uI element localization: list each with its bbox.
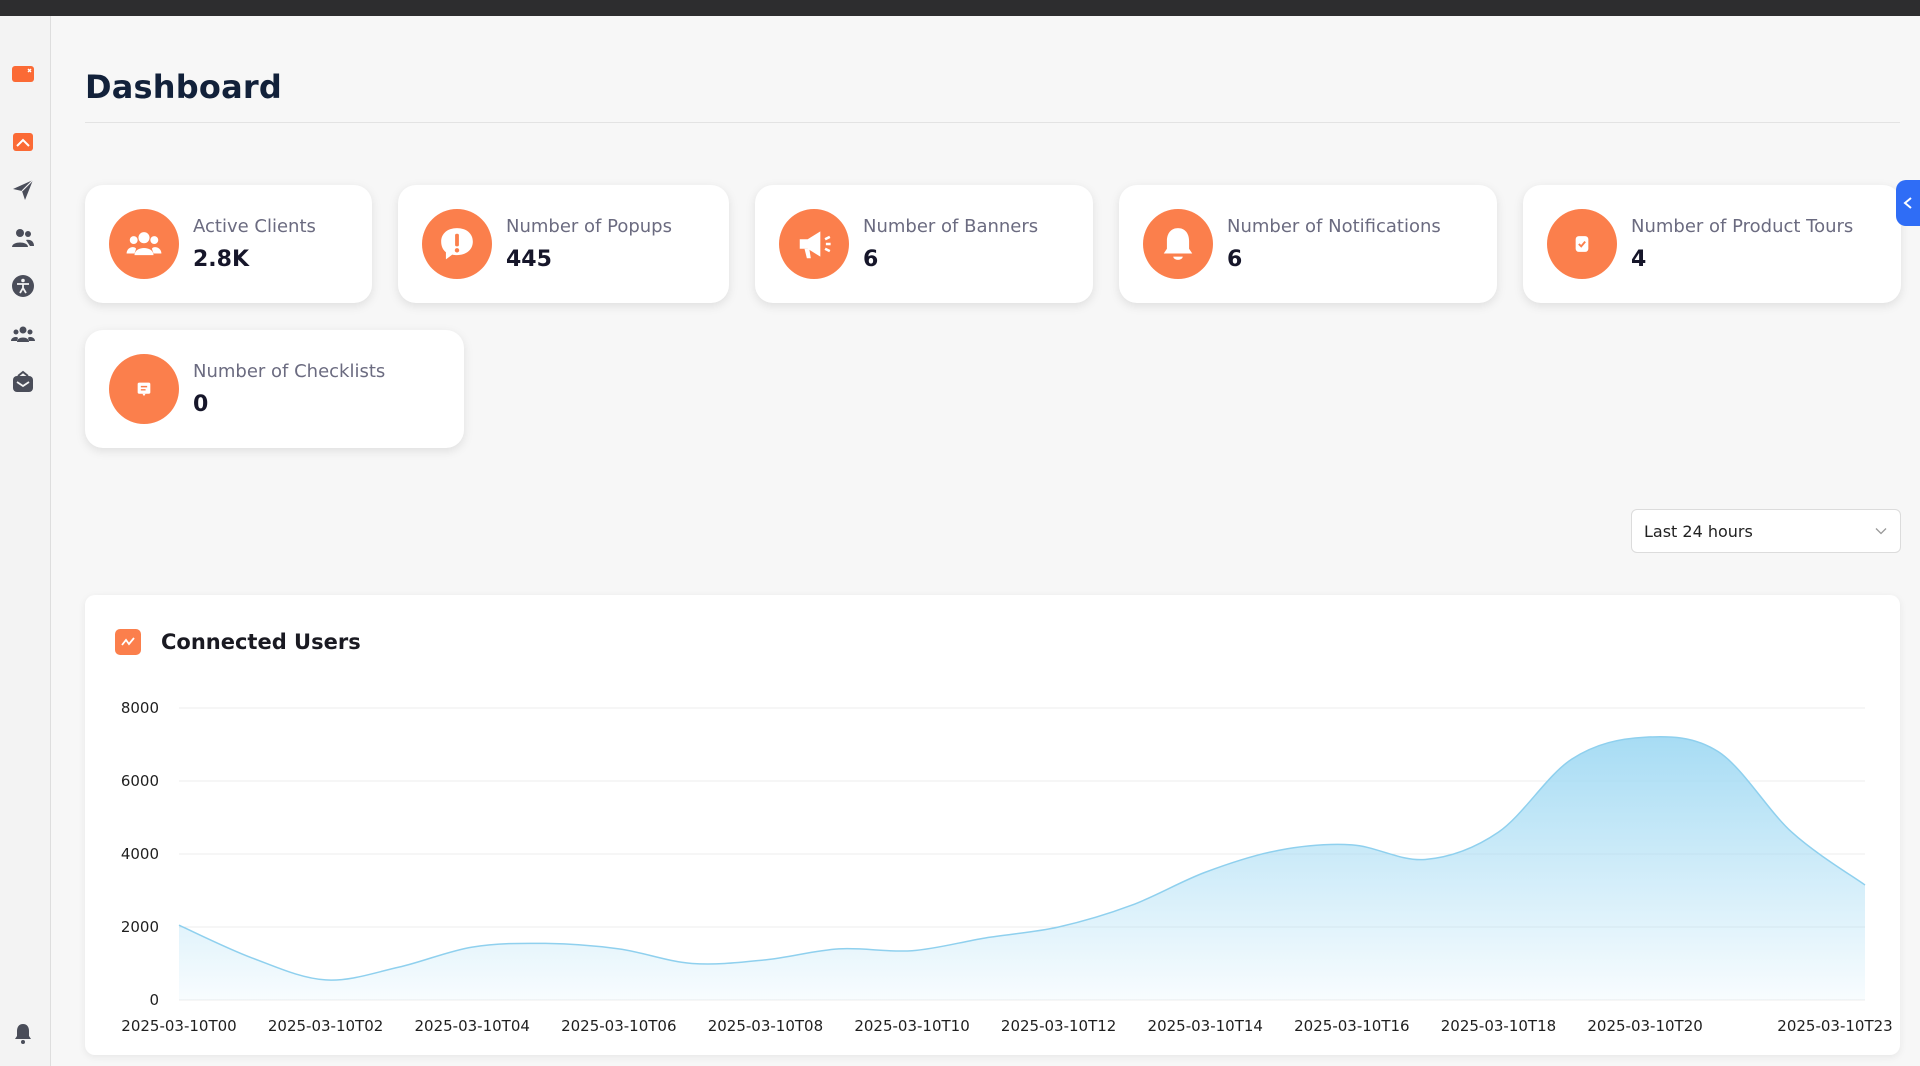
x-tick-label: 2025-03-10T12	[1001, 1017, 1116, 1035]
stat-value: 445	[506, 247, 552, 272]
stat-card-product-tours[interactable]: Number of Product Tours 4	[1523, 185, 1901, 303]
stat-card-popups[interactable]: Number of Popups 445	[398, 185, 729, 303]
stat-card-banners[interactable]: Number of Banners 6	[755, 185, 1093, 303]
checklist-icon	[109, 354, 179, 424]
stat-label: Number of Product Tours	[1631, 216, 1854, 237]
x-tick-label: 2025-03-10T23	[1777, 1017, 1892, 1035]
alert-icon	[422, 209, 492, 279]
stat-value: 6	[863, 247, 879, 272]
users-icon[interactable]	[9, 224, 37, 252]
bell-icon[interactable]	[9, 1020, 37, 1048]
x-tick-label: 2025-03-10T20	[1587, 1017, 1702, 1035]
group-icon[interactable]	[9, 320, 37, 348]
stat-value: 0	[193, 392, 209, 417]
x-tick-label: 2025-03-10T00	[121, 1017, 236, 1035]
main-content: Dashboard Active Clients 2.8K Number of …	[51, 16, 1920, 1066]
time-range-select[interactable]: Last 24 hours	[1631, 509, 1901, 553]
stat-label: Number of Checklists	[193, 361, 386, 382]
x-tick-label: 2025-03-10T10	[854, 1017, 969, 1035]
x-tick-label: 2025-03-10T16	[1294, 1017, 1409, 1035]
series-area	[179, 736, 1865, 1000]
y-tick-label: 6000	[121, 772, 159, 790]
side-panel-toggle[interactable]	[1896, 180, 1920, 226]
x-tick-label: 2025-03-10T08	[708, 1017, 823, 1035]
stat-value: 6	[1227, 247, 1243, 272]
chevron-down-icon	[1875, 528, 1887, 535]
bell-icon	[1143, 209, 1213, 279]
stat-value: 4	[1631, 247, 1647, 272]
x-tick-label: 2025-03-10T14	[1148, 1017, 1263, 1035]
page-title: Dashboard	[85, 68, 282, 106]
chevron-left-icon	[1903, 197, 1912, 209]
stat-label: Number of Notifications	[1227, 216, 1441, 237]
megaphone-icon	[779, 209, 849, 279]
tour-icon	[1547, 209, 1617, 279]
stat-value: 2.8K	[193, 247, 250, 272]
window-top-bar	[0, 0, 1920, 16]
stat-label: Number of Popups	[506, 216, 672, 237]
connected-users-card: Connected Users 0 2000 4000 6000 8000 2025-03…	[85, 595, 1900, 1055]
stat-label: Number of Banners	[863, 216, 1039, 237]
y-tick-label: 8000	[121, 699, 159, 717]
home-icon[interactable]	[9, 128, 37, 156]
sidebar	[0, 16, 51, 1066]
users-icon	[109, 209, 179, 279]
send-icon[interactable]	[9, 176, 37, 204]
x-tick-label: 2025-03-10T02	[268, 1017, 383, 1035]
x-tick-label: 2025-03-10T04	[414, 1017, 529, 1035]
y-tick-label: 2000	[121, 918, 159, 936]
x-tick-label: 2025-03-10T18	[1441, 1017, 1556, 1035]
stat-label: Active Clients	[193, 216, 316, 237]
title-divider	[85, 122, 1900, 123]
accessibility-icon[interactable]	[9, 272, 37, 300]
mailbox-icon[interactable]	[9, 368, 37, 396]
time-range-value: Last 24 hours	[1644, 521, 1753, 541]
stat-card-checklists[interactable]: Number of Checklists 0	[85, 330, 464, 448]
app-logo-icon[interactable]	[9, 60, 37, 88]
stat-card-active-clients[interactable]: Active Clients 2.8K	[85, 185, 372, 303]
stat-card-notifications[interactable]: Number of Notifications 6	[1119, 185, 1497, 303]
y-tick-label: 4000	[121, 845, 159, 863]
x-tick-label: 2025-03-10T06	[561, 1017, 676, 1035]
y-tick-label: 0	[149, 991, 159, 1009]
connected-users-chart: 0 2000 4000 6000 8000 2025-03-10T00 2025-03-10…	[121, 699, 1893, 1035]
